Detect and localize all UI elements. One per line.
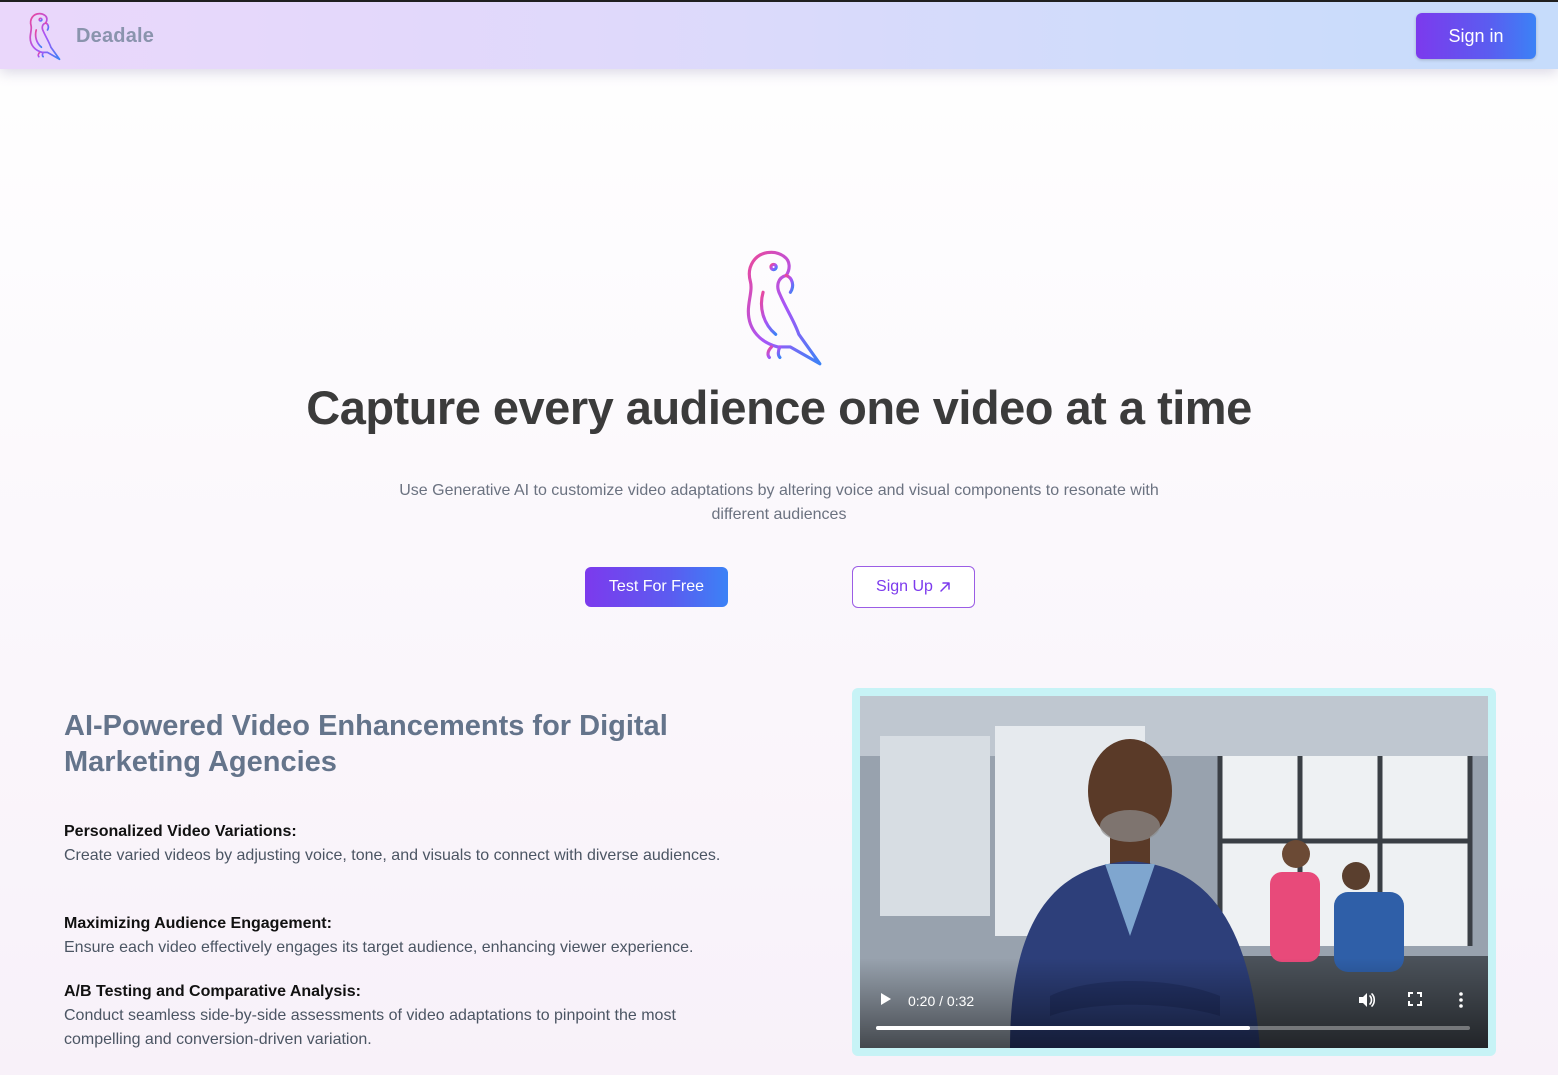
feature-item: Maximizing Audience Engagement: Ensure e… <box>64 912 744 960</box>
brand[interactable]: Deadale <box>26 11 154 61</box>
feature-description: Ensure each video effectively engages it… <box>64 939 694 956</box>
hero-subtitle: Use Generative AI to customize video ada… <box>399 482 1159 523</box>
feature-title: Maximizing Audience Engagement: <box>64 915 332 932</box>
more-options-icon[interactable] <box>1458 992 1464 1008</box>
fullscreen-icon[interactable] <box>1408 992 1422 1006</box>
arrow-up-right-icon <box>940 582 950 592</box>
section-title: AI-Powered Video Enhancements for Digita… <box>64 710 668 778</box>
sign-in-button[interactable]: Sign in <box>1416 13 1536 59</box>
hero-logo <box>737 246 827 373</box>
parrot-logo-icon <box>29 12 61 61</box>
feature-item: Personalized Video Variations: Create va… <box>64 820 724 868</box>
feature-description: Conduct seamless side-by-side assessment… <box>64 1007 676 1048</box>
video-player[interactable]: 0:20 / 0:32 <box>860 696 1488 1048</box>
video-frame: 0:20 / 0:32 <box>852 688 1496 1056</box>
volume-icon[interactable] <box>1358 992 1376 1008</box>
feature-title: A/B Testing and Comparative Analysis: <box>64 983 361 1000</box>
feature-item: A/B Testing and Comparative Analysis: Co… <box>64 980 724 1052</box>
hero-title: Capture every audience one video at a ti… <box>306 381 1252 434</box>
video-time: 0:20 / 0:32 <box>908 993 975 1009</box>
video-progress-bar[interactable] <box>876 1026 1470 1030</box>
parrot-logo-icon <box>746 250 822 366</box>
top-navigation-bar: Deadale Sign in <box>0 0 1558 69</box>
video-progress-fill <box>876 1026 1251 1030</box>
test-for-free-button[interactable]: Test For Free <box>585 567 728 607</box>
feature-description: Create varied videos by adjusting voice,… <box>64 847 721 864</box>
play-icon[interactable] <box>878 992 892 1006</box>
sign-up-label: Sign Up <box>876 578 933 595</box>
brand-name: Deadale <box>76 24 155 47</box>
sign-up-button[interactable]: Sign Up <box>852 566 975 608</box>
feature-title: Personalized Video Variations: <box>64 823 297 840</box>
